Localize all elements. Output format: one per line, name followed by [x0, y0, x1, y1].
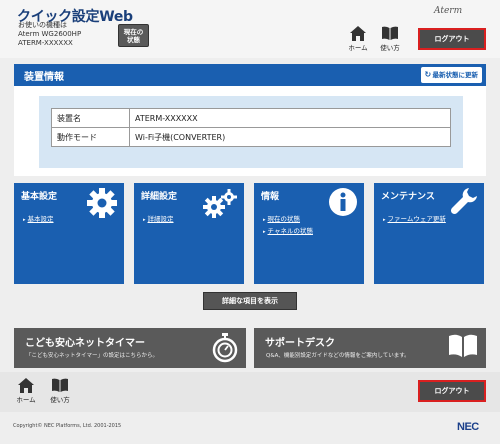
- support-desk-title: サポートデスク: [265, 338, 335, 349]
- book-icon: [382, 26, 398, 40]
- current-status-button[interactable]: 現在の 状態: [118, 24, 149, 47]
- home-button-footer[interactable]: ホーム: [14, 378, 38, 404]
- tile-title: 基本設定: [21, 192, 58, 202]
- model-label: お使いの機種は: [18, 21, 67, 29]
- tile-info[interactable]: 情報 現在の状態 チャネルの状態: [254, 183, 364, 284]
- copyright-text: Copyright© NEC Platforms, Ltd. 2001-2015: [13, 423, 122, 429]
- stopwatch-icon: [212, 333, 238, 363]
- help-label: 使い方: [50, 396, 70, 404]
- brand-logo: Aterm: [434, 6, 463, 16]
- kids-timer-tile[interactable]: こども安心ネットタイマー 「こども安心ネットタイマー」の設定はこちらから。: [14, 328, 246, 368]
- table-row: 装置名 ATERM-XXXXXX: [51, 108, 451, 128]
- tile-maintenance[interactable]: メンテナンス ファームウェア更新: [374, 183, 484, 284]
- header: クイック設定Web お使いの機種は Aterm WG2600HP ATERM-X…: [0, 0, 500, 58]
- logout-button-footer[interactable]: ログアウト: [418, 380, 486, 402]
- link-current-status[interactable]: 現在の状態: [263, 213, 301, 223]
- kids-timer-title: こども安心ネットタイマー: [25, 338, 145, 349]
- status-button-line2: 状態: [127, 36, 140, 44]
- help-button[interactable]: 使い方: [378, 26, 402, 52]
- link-firmware-update[interactable]: ファームウェア更新: [383, 213, 446, 223]
- device-name-key: 装置名: [51, 108, 130, 128]
- wrench-icon: [450, 188, 477, 215]
- support-desk-subtitle: Q&A、機能別設定ガイドなどの情報をご案内しています。: [266, 353, 410, 359]
- tile-title: 情報: [261, 192, 280, 202]
- home-icon: [350, 26, 366, 41]
- refresh-icon: ↻: [424, 70, 432, 79]
- tile-title: メンテナンス: [381, 192, 435, 202]
- home-label: ホーム: [16, 396, 36, 404]
- book-icon: [52, 378, 68, 392]
- panel-title: 装置情報: [24, 72, 64, 83]
- gear-icon: [87, 188, 117, 218]
- home-button[interactable]: ホーム: [346, 26, 370, 52]
- device-info-box: 装置名 ATERM-XXXXXX 動作モード Wi-Fi子機(CONVERTER…: [39, 96, 463, 168]
- link-advanced-settings[interactable]: 詳細設定: [143, 213, 174, 223]
- refresh-button[interactable]: ↻最新状態に更新: [420, 67, 482, 83]
- device-info-panel: 装置情報 ↻最新状態に更新 装置名 ATERM-XXXXXX 動作モード Wi-…: [14, 64, 486, 176]
- home-label: ホーム: [348, 44, 368, 52]
- device-id: ATERM-XXXXXX: [18, 39, 73, 47]
- show-detail-button[interactable]: 詳細な項目を表示: [203, 292, 297, 310]
- model-info: お使いの機種は Aterm WG2600HP ATERM-XXXXXX: [18, 21, 81, 48]
- gears-icon: [203, 189, 237, 218]
- company-logo: NEC: [457, 421, 479, 433]
- link-channel-status[interactable]: チャネルの状態: [263, 225, 313, 235]
- tile-title: 詳細設定: [141, 192, 178, 202]
- support-desk-tile[interactable]: サポートデスク Q&A、機能別設定ガイドなどの情報をご案内しています。: [254, 328, 486, 368]
- book-icon: [449, 334, 477, 357]
- tile-advanced-settings[interactable]: 詳細設定 詳細設定: [134, 183, 244, 284]
- logout-button[interactable]: ログアウト: [418, 28, 486, 50]
- info-icon: [329, 188, 357, 216]
- operation-mode-value: Wi-Fi子機(CONVERTER): [129, 127, 451, 147]
- link-basic-settings[interactable]: 基本設定: [23, 213, 54, 223]
- device-info-table: 装置名 ATERM-XXXXXX 動作モード Wi-Fi子機(CONVERTER…: [51, 108, 451, 147]
- device-name-value: ATERM-XXXXXX: [129, 108, 451, 128]
- status-button-line1: 現在の: [123, 28, 144, 36]
- table-row: 動作モード Wi-Fi子機(CONVERTER): [51, 127, 451, 147]
- panel-header: 装置情報 ↻最新状態に更新: [14, 64, 486, 86]
- footer-nav: ホーム 使い方 ログアウト: [0, 372, 500, 412]
- model-name: Aterm WG2600HP: [18, 30, 82, 38]
- help-label: 使い方: [380, 44, 400, 52]
- home-icon: [18, 378, 34, 393]
- refresh-label: 最新状態に更新: [432, 71, 479, 79]
- operation-mode-key: 動作モード: [51, 127, 130, 147]
- tile-basic-settings[interactable]: 基本設定 基本設定: [14, 183, 124, 284]
- help-button-footer[interactable]: 使い方: [48, 378, 72, 404]
- kids-timer-subtitle: 「こども安心ネットタイマー」の設定はこちらから。: [26, 353, 159, 359]
